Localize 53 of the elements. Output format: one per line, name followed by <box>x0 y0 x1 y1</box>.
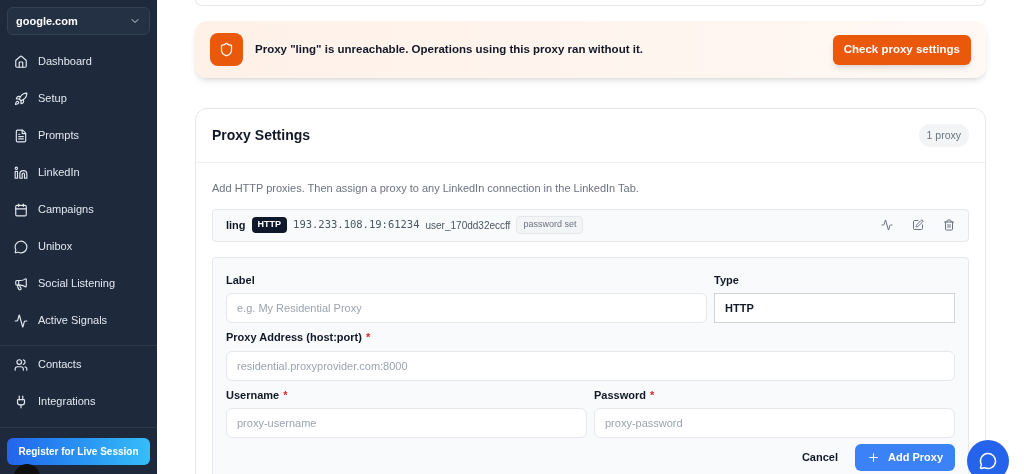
field-label: Type <box>714 272 739 288</box>
card-title: Proxy Settings <box>212 126 311 145</box>
field-label: Password <box>594 387 646 403</box>
sidebar-item[interactable]: Setup <box>7 83 150 114</box>
required-asterisk: * <box>283 387 288 403</box>
sidebar-item[interactable]: Campaigns <box>7 194 150 225</box>
pulse-icon <box>14 313 28 328</box>
alert-message: Proxy "ling" is unreachable. Operations using this proxy ran without it. <box>255 41 644 57</box>
calendar-icon <box>14 202 28 217</box>
required-asterisk: * <box>365 330 371 345</box>
field-label: Username <box>226 387 280 403</box>
plus-icon <box>867 451 880 464</box>
input-field[interactable]: e.g. My Residential Proxy <box>226 293 707 323</box>
edit-icon[interactable] <box>912 219 924 231</box>
description: Add HTTP proxies. Then assign a proxy to any LinkedIn connection in the LinkedIn Tab. <box>212 181 640 196</box>
sidebar-item[interactable]: Unibox <box>7 231 150 262</box>
trash-icon[interactable] <box>943 219 955 231</box>
pulse-icon[interactable] <box>881 219 893 231</box>
workspace-select[interactable]: google.com <box>7 7 150 35</box>
cancel-button[interactable]: Cancel <box>801 449 838 466</box>
proxy-address: 193.233.108.19:61234 <box>293 217 420 233</box>
sidebar-item[interactable]: LinkedIn <box>7 157 150 188</box>
type-select[interactable]: HTTP <box>714 293 955 323</box>
sidebar-item[interactable]: Prompts <box>7 120 150 151</box>
document-icon <box>14 128 28 143</box>
megaphone-icon <box>14 276 28 291</box>
check-settings-button[interactable]: Check proxy settings <box>832 34 971 65</box>
field-label: Proxy Address (host:port) <box>226 330 362 345</box>
sidebar-item[interactable]: Contacts <box>7 349 150 380</box>
proxy-count: 1 proxy <box>918 123 969 148</box>
sidebar-item[interactable]: Active Signals <box>7 305 150 336</box>
password-tag: password set <box>516 216 584 234</box>
proxy-username: user_170dd32eccff <box>425 218 511 233</box>
house-icon <box>14 54 28 69</box>
required-asterisk: * <box>649 387 655 403</box>
linkedin-icon <box>14 165 28 180</box>
input-field[interactable]: proxy-password <box>594 408 955 438</box>
chat-button[interactable] <box>967 440 1009 474</box>
type-tag: HTTP <box>251 217 288 233</box>
input-field[interactable]: proxy-username <box>226 408 587 438</box>
people-icon <box>14 357 28 372</box>
proxy-label: ling <box>226 217 246 233</box>
plug-icon <box>14 394 28 409</box>
sidebar-item[interactable]: Social Listening <box>7 268 150 299</box>
chat-bubble-icon <box>14 239 28 254</box>
rocket-icon <box>14 91 28 106</box>
add-proxy-button[interactable]: Add Proxy <box>855 444 955 471</box>
shield-icon <box>210 33 243 66</box>
chat-bubble-icon <box>979 452 997 470</box>
sidebar-item[interactable]: Dashboard <box>7 46 150 77</box>
input-field[interactable]: residential.proxyprovider.com:8000 <box>226 350 955 381</box>
sidebar-item[interactable]: Integrations <box>7 386 150 417</box>
field-label: Label <box>226 272 255 288</box>
